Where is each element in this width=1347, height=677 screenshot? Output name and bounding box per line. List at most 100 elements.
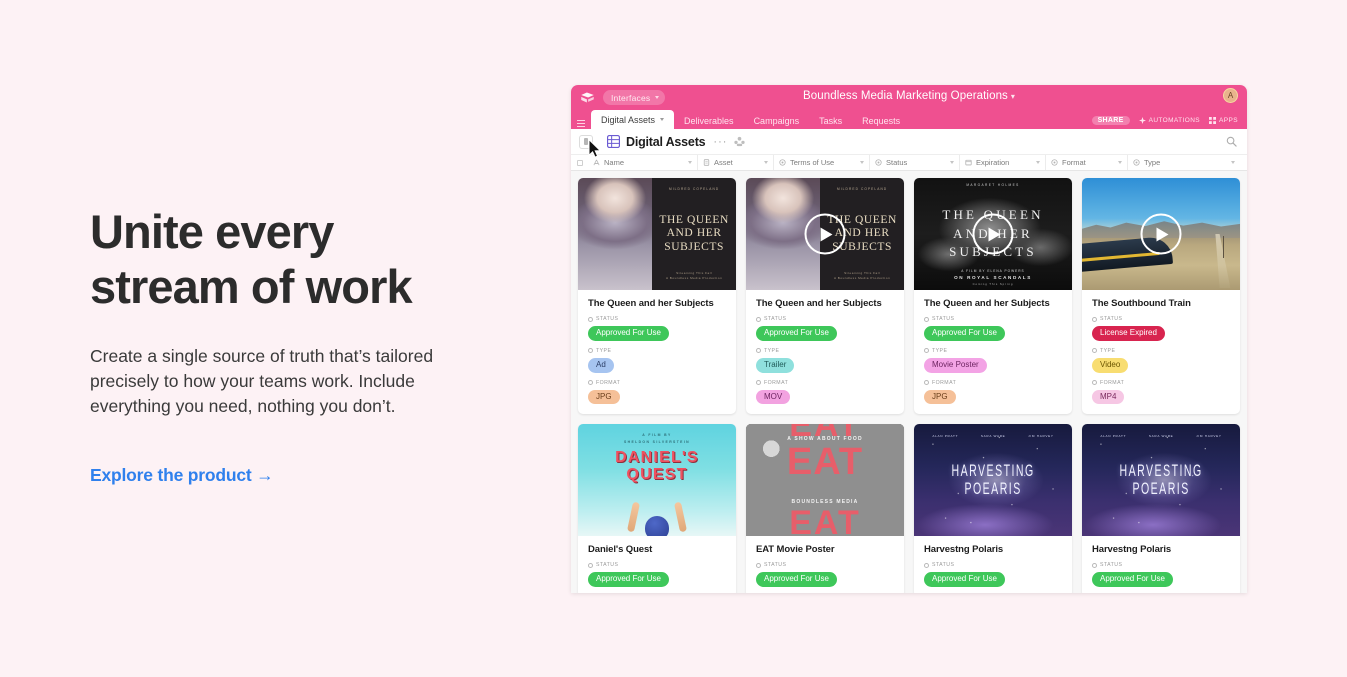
gallery-card[interactable]: ALAN PRATT SARA WARE JIM HARVEY HARVESTI… xyxy=(914,424,1072,593)
automations-icon xyxy=(1138,117,1146,124)
field-header-expiration[interactable]: Expiration xyxy=(960,155,1046,170)
gallery-card[interactable]: EAT A SHOW ABOUT FOOD EAT BOUNDLESS MEDI… xyxy=(746,424,904,593)
card-thumbnail[interactable]: MILDRED COPELAND THE QUEEN AND HER SUBJE… xyxy=(578,178,736,290)
chevron-down-icon xyxy=(1036,161,1040,164)
card-field-type: TYPE Ad xyxy=(588,348,726,373)
collaborators-icon[interactable] xyxy=(734,136,746,147)
poster-art-eat: EAT A SHOW ABOUT FOOD EAT BOUNDLESS MEDI… xyxy=(746,424,904,537)
select-field-icon xyxy=(924,348,929,354)
tab-campaigns[interactable]: Campaigns xyxy=(744,112,810,129)
header-actions: SHARE AUTOMATIONS APPS xyxy=(1091,116,1247,129)
select-all-checkbox[interactable] xyxy=(571,155,588,170)
card-field-label: FORMAT xyxy=(756,380,894,386)
chevron-down-icon xyxy=(764,161,768,164)
gallery-card[interactable]: The Southbound Train STATUS License Expi… xyxy=(1082,178,1240,415)
gallery-card[interactable]: ALAN PRATT SARA WARE JIM HARVEY HARVESTI… xyxy=(1082,424,1240,593)
card-field-status: STATUS Approved For Use xyxy=(588,562,726,588)
poster-credit-name: ALAN PRATT xyxy=(1100,434,1127,439)
play-triangle xyxy=(1156,227,1169,241)
card-thumbnail[interactable]: MILDRED COPELAND THE QUEEN AND HER SUBJE… xyxy=(746,178,904,290)
avatar[interactable]: A xyxy=(1223,88,1238,103)
airtable-app-window: Interfaces Boundless Media Marketing Ope… xyxy=(571,85,1247,593)
card-field-label: FORMAT xyxy=(1092,380,1230,386)
gallery-card[interactable]: MILDRED COPELAND THE QUEEN AND HER SUBJE… xyxy=(578,178,736,415)
label-text: STATUS xyxy=(764,562,787,569)
search-icon[interactable] xyxy=(1226,136,1237,147)
tab-digital-assets[interactable]: Digital Assets xyxy=(591,110,675,129)
field-label: Expiration xyxy=(976,158,1010,167)
automations-button[interactable]: AUTOMATIONS xyxy=(1138,117,1200,124)
poster-art-queen-split: MILDRED COPELAND THE QUEEN AND HER SUBJE… xyxy=(578,178,736,290)
status-badge: Approved For Use xyxy=(588,326,669,341)
view-name[interactable]: Digital Assets xyxy=(626,135,706,149)
field-header-format[interactable]: Format xyxy=(1046,155,1128,170)
explore-product-link[interactable]: Explore the product → xyxy=(90,465,274,486)
page-title: Unite every stream of work xyxy=(90,205,530,315)
card-thumbnail[interactable] xyxy=(1082,178,1240,290)
poster-credits: ALAN PRATT SARA WARE JIM HARVEY xyxy=(914,434,1072,438)
share-button[interactable]: SHARE xyxy=(1091,116,1130,125)
mouse-cursor xyxy=(588,139,602,158)
card-field-label: STATUS xyxy=(924,316,1062,322)
poster-footer-line: A Boundless Media Production xyxy=(666,275,723,280)
tab-label: Tasks xyxy=(819,115,843,126)
poster-word-main: EAT xyxy=(786,441,864,484)
card-field-label: FORMAT xyxy=(588,380,726,386)
card-field-label: STATUS xyxy=(756,316,894,322)
tab-label: Deliverables xyxy=(684,115,734,126)
card-title: The Queen and her Subjects xyxy=(924,298,1050,309)
base-title[interactable]: Boundless Media Marketing Operations ▾ xyxy=(571,90,1247,102)
select-field-icon xyxy=(756,348,761,354)
tab-tasks[interactable]: Tasks xyxy=(809,112,852,129)
play-button-icon[interactable] xyxy=(804,213,846,255)
card-thumbnail[interactable]: MARGARET HOLMES THE QUEEN AND HER SUBJEC… xyxy=(914,178,1072,290)
field-header-terms-of-use[interactable]: Terms of Use xyxy=(774,155,870,170)
poster-credit-name: SARA WARE xyxy=(980,434,1006,439)
tab-label: Digital Assets xyxy=(601,114,656,125)
gallery-card[interactable]: MARGARET HOLMES THE QUEEN AND HER SUBJEC… xyxy=(914,178,1072,415)
select-field-icon xyxy=(1092,348,1097,354)
hero-section: Unite every stream of work Create a sing… xyxy=(90,205,530,486)
poster-title-line: QUEST xyxy=(626,465,688,483)
avatar-initial: A xyxy=(1227,91,1234,100)
card-field-label: STATUS xyxy=(756,562,894,568)
play-button-icon[interactable] xyxy=(972,213,1014,255)
card-thumbnail[interactable]: A FILM BY SHELDON SILVERSTEIN DANIEL'S Q… xyxy=(578,424,736,537)
select-field-icon xyxy=(924,562,929,568)
field-header-type[interactable]: Type xyxy=(1128,155,1240,170)
label-text: STATUS xyxy=(932,316,955,322)
gallery-card[interactable]: A FILM BY SHELDON SILVERSTEIN DANIEL'S Q… xyxy=(578,424,736,593)
gallery-card[interactable]: MILDRED COPELAND THE QUEEN AND HER SUBJE… xyxy=(746,178,904,415)
card-thumbnail[interactable]: EAT A SHOW ABOUT FOOD EAT BOUNDLESS MEDI… xyxy=(746,424,904,537)
card-field-label: STATUS xyxy=(588,316,726,322)
chevron-down-icon xyxy=(950,161,954,164)
tab-label: Campaigns xyxy=(753,115,800,126)
base-title-text: Boundless Media Marketing Operations xyxy=(802,90,1008,102)
field-header-status[interactable]: Status xyxy=(870,155,960,170)
card-title: The Southbound Train xyxy=(1092,298,1191,309)
select-field-icon xyxy=(756,380,761,386)
format-badge: MOV xyxy=(756,389,791,405)
tab-requests[interactable]: Requests xyxy=(852,112,910,129)
field-header-name[interactable]: Name xyxy=(588,155,698,170)
view-options-button[interactable]: ··· xyxy=(713,136,727,148)
apps-button[interactable]: APPS xyxy=(1209,117,1238,124)
label-text: FORMAT xyxy=(932,379,957,386)
label-text: STATUS xyxy=(932,562,955,569)
field-header-asset[interactable]: Asset xyxy=(698,155,774,170)
card-title: Daniel's Quest xyxy=(588,544,653,556)
tab-deliverables[interactable]: Deliverables xyxy=(674,112,744,129)
arm-right xyxy=(673,501,688,533)
card-thumbnail[interactable]: ALAN PRATT SARA WARE JIM HARVEY HARVESTI… xyxy=(914,424,1072,537)
format-badge: JPG xyxy=(924,389,956,405)
gallery-scroll-area[interactable]: MILDRED COPELAND THE QUEEN AND HER SUBJE… xyxy=(571,171,1247,593)
hamburger-icon xyxy=(577,123,585,124)
tab-label: Requests xyxy=(862,115,901,126)
chevron-down-icon: ▾ xyxy=(1010,92,1016,101)
play-button-icon[interactable] xyxy=(1140,213,1182,255)
poster-footer: Streaming This Fall A Boundless Media Pr… xyxy=(834,271,890,282)
card-thumbnail[interactable]: ALAN PRATT SARA WARE JIM HARVEY HARVESTI… xyxy=(1082,424,1240,537)
poster-credit-name: JIM HARVEY xyxy=(1196,434,1222,439)
card-title: EAT Movie Poster xyxy=(756,544,835,556)
poster-credit-name: JIM HARVEY xyxy=(1028,434,1054,439)
